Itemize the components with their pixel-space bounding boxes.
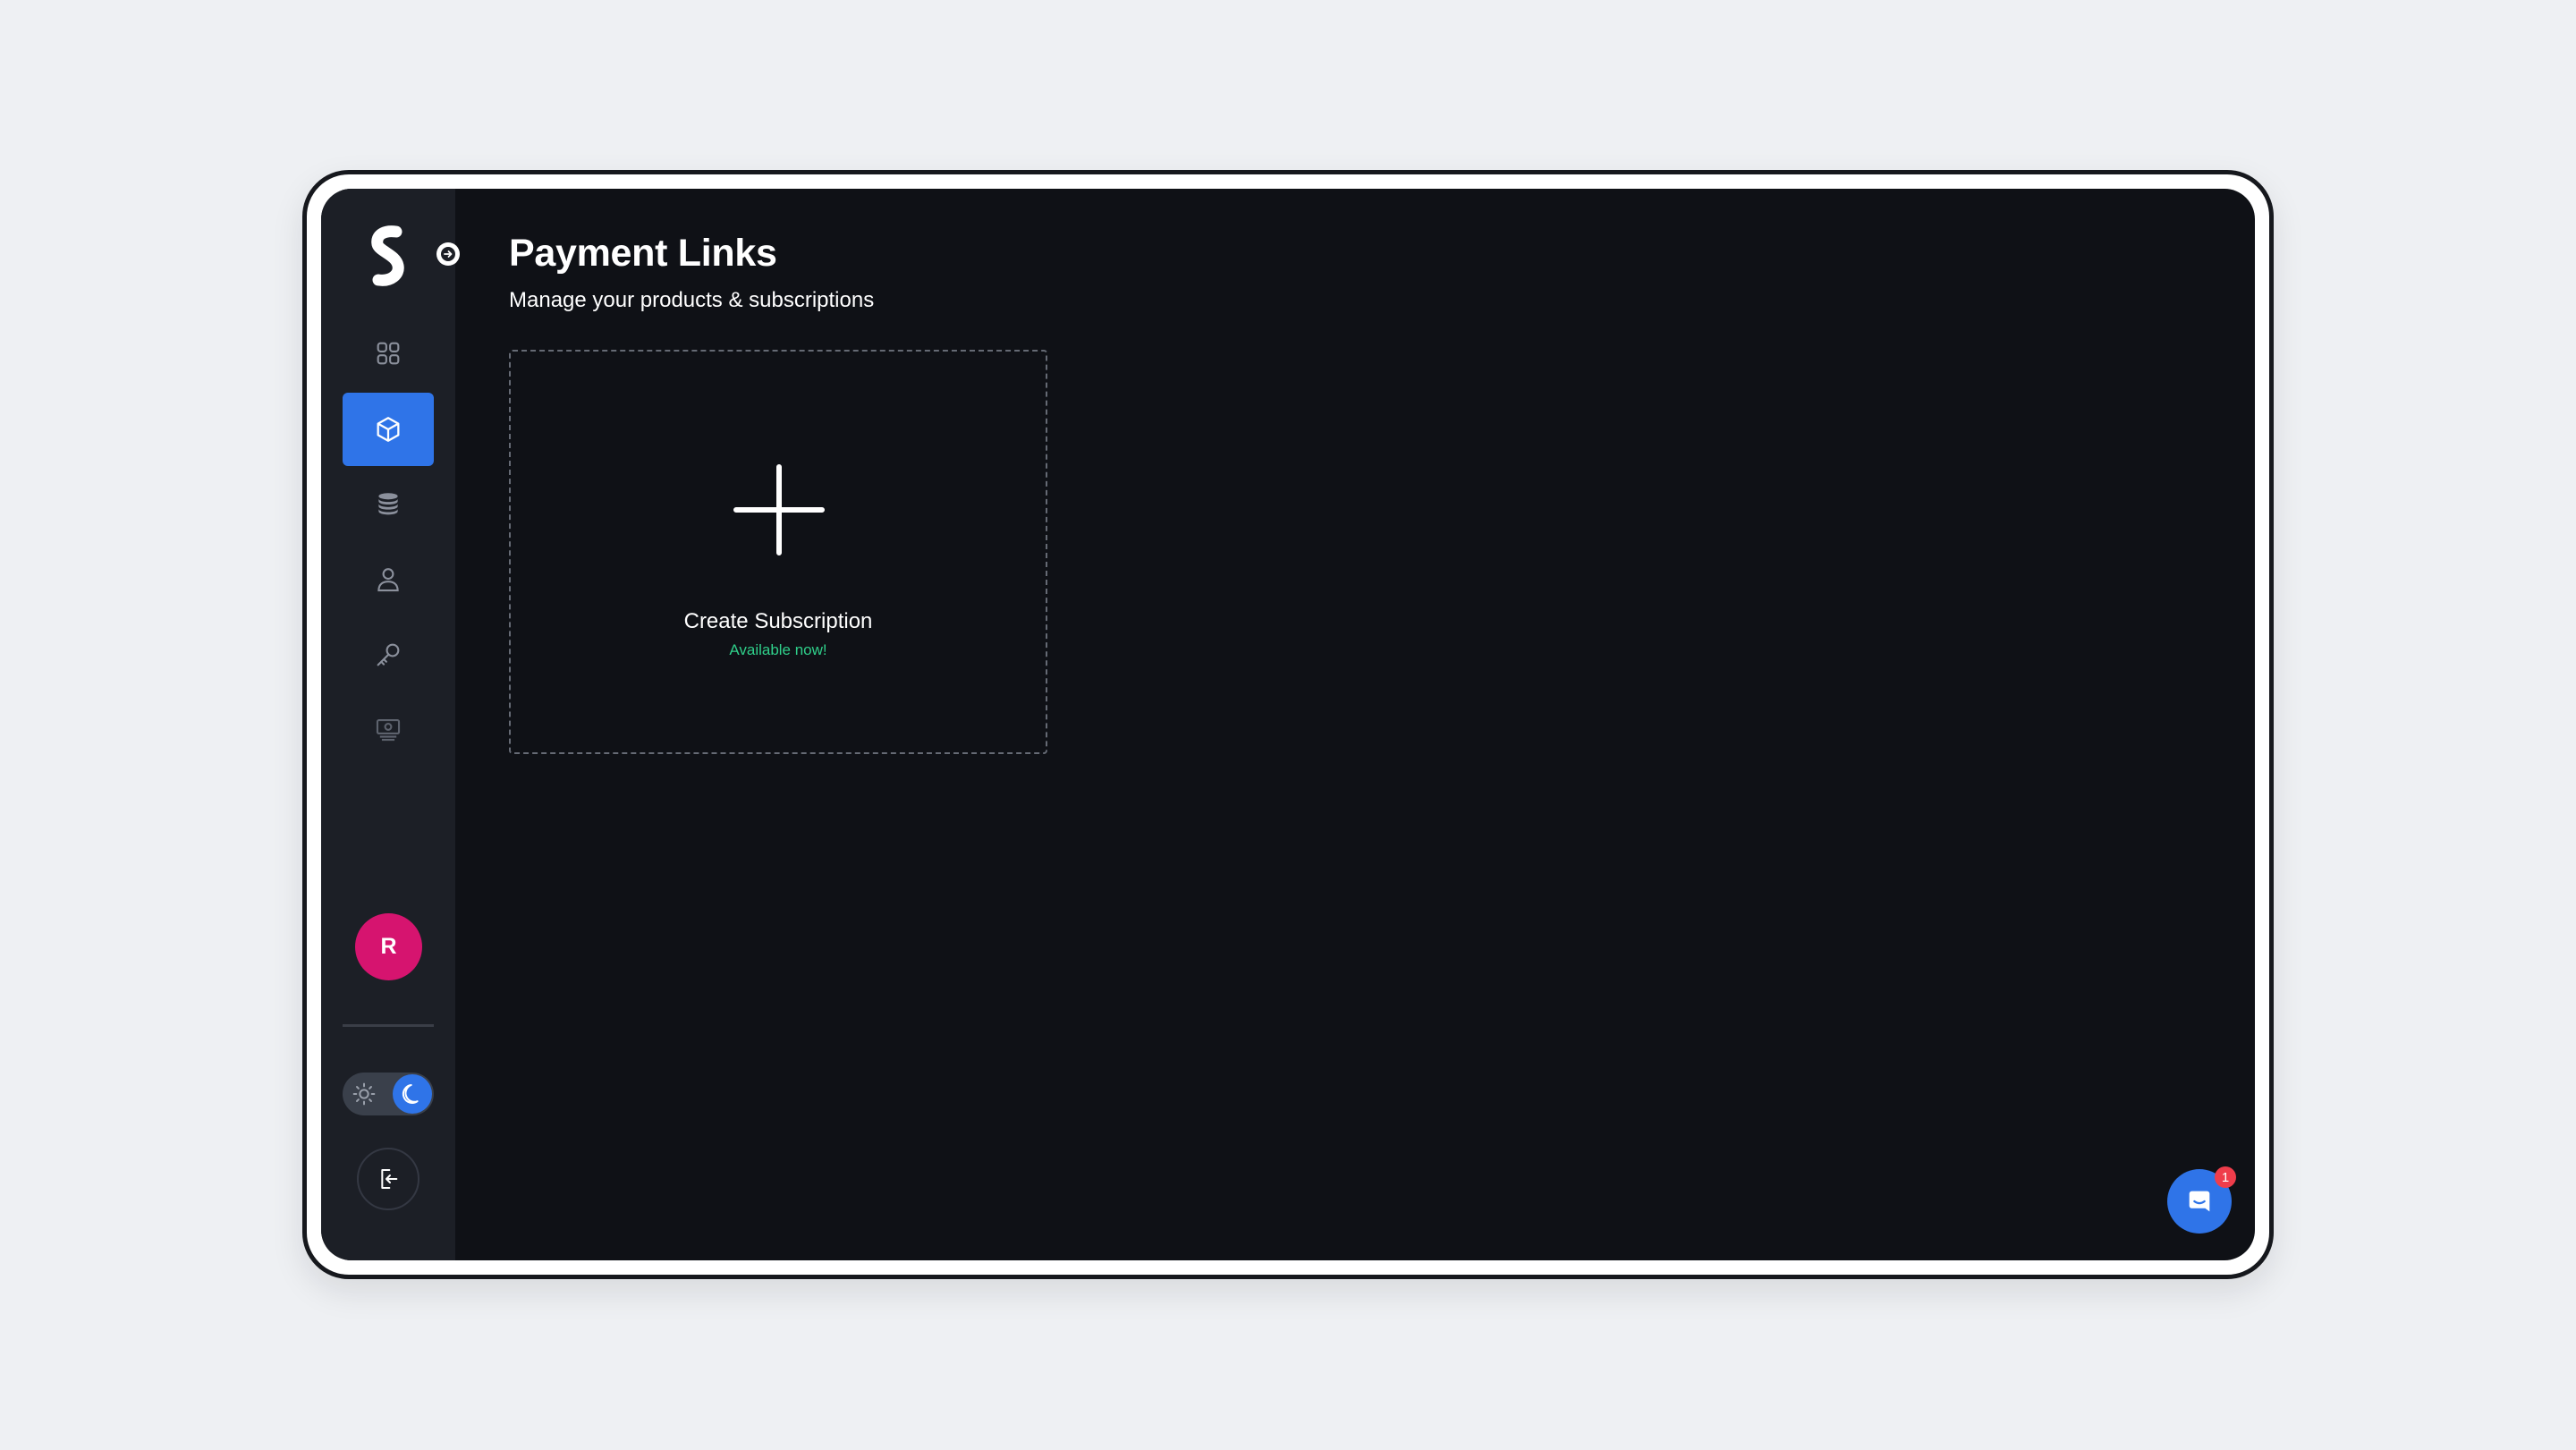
main-content: Payment Links Manage your products & sub…	[455, 189, 2255, 1260]
avatar[interactable]: R	[355, 913, 422, 980]
sidebar-item-dashboard[interactable]	[343, 317, 434, 390]
sidebar-item-payouts[interactable]	[343, 692, 434, 766]
chat-launcher-button[interactable]: 1	[2167, 1166, 2236, 1234]
theme-dark-knob[interactable]	[393, 1074, 432, 1114]
availability-status: Available now!	[729, 641, 827, 658]
arrow-right-icon	[441, 247, 455, 261]
sun-icon	[352, 1082, 376, 1106]
page-title: Payment Links	[509, 232, 777, 275]
sidebar-item-customers[interactable]	[343, 543, 434, 616]
brand-logo-icon	[371, 225, 404, 286]
grid-icon	[377, 342, 400, 365]
moon-icon	[402, 1084, 419, 1104]
banknote-icon	[376, 719, 401, 742]
plus-icon	[733, 464, 825, 555]
cube-icon	[377, 417, 400, 442]
sidebar-expand-button[interactable]	[436, 242, 460, 266]
create-subscription-label: Create Subscription	[683, 609, 873, 633]
sidebar-item-products[interactable]	[343, 393, 434, 466]
sidebar-item-api-keys[interactable]	[343, 618, 434, 691]
app-screen: R Payment Links Manage your products & s…	[321, 189, 2255, 1260]
chat-icon	[2189, 1191, 2210, 1212]
logout-icon	[381, 1169, 398, 1189]
key-icon	[377, 643, 400, 666]
device-frame: R Payment Links Manage your products & s…	[302, 170, 2274, 1279]
user-icon	[377, 568, 399, 592]
sidebar-divider	[343, 1024, 434, 1027]
coins-stack-icon	[378, 493, 398, 515]
sidebar-item-database[interactable]	[343, 468, 434, 541]
page-subtitle: Manage your products & subscriptions	[509, 288, 875, 312]
theme-toggle[interactable]	[343, 1073, 434, 1115]
sidebar: R	[321, 189, 460, 1260]
chat-notification-badge: 1	[2215, 1166, 2236, 1188]
logout-button[interactable]	[357, 1148, 419, 1210]
create-subscription-card[interactable]: Create Subscription Available now!	[509, 350, 1047, 754]
